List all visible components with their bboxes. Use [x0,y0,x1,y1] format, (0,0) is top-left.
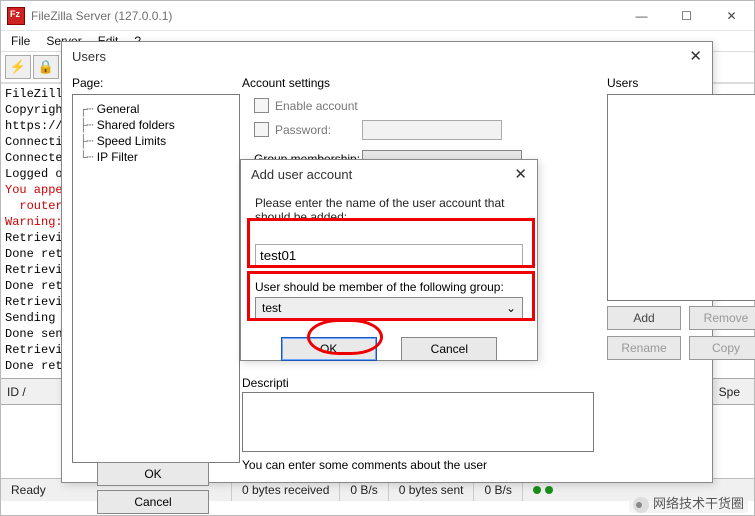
users-list-label: Users [607,76,638,90]
id-col: ID / [7,385,26,399]
add-user-title-bar: Add user account ✕ [241,160,537,188]
rename-button[interactable]: Rename [607,336,681,360]
add-user-title: Add user account [251,167,352,182]
filezilla-icon [7,7,25,25]
account-name-input[interactable] [255,244,523,266]
page-tree[interactable]: ┌┄General ├┄Shared folders ├┄Speed Limit… [72,94,240,463]
lock-icon[interactable]: 🔒 [33,55,59,79]
password-label: Password: [275,123,331,137]
description-label: Descripti [242,376,289,390]
enable-account-checkbox[interactable] [254,98,269,113]
spd-col: Spe [710,385,748,399]
wechat-icon [633,497,649,513]
description-hint: You can enter some comments about the us… [242,458,487,472]
add-user-close-icon[interactable]: ✕ [514,165,527,183]
add-button[interactable]: Add [607,306,681,330]
page-label: Page: [72,76,103,90]
chevron-down-icon: ⌄ [506,301,516,315]
group-combo-value: test [262,301,281,315]
bolt-icon[interactable]: ⚡ [5,55,31,79]
add-user-dialog: Add user account ✕ Please enter the name… [240,159,538,361]
group-combo[interactable]: test ⌄ [255,297,523,319]
add-user-ok-button[interactable]: OK [281,337,377,361]
users-dialog-close-icon[interactable]: ✕ [689,47,702,65]
group-label: User should be member of the following g… [255,280,523,294]
maximize-button[interactable]: ☐ [664,1,709,30]
tree-speed-limits[interactable]: Speed Limits [97,134,166,148]
users-cancel-button[interactable]: Cancel [97,490,209,514]
main-title: FileZilla Server (127.0.0.1) [31,9,172,23]
watermark: 网络技术干货圈 [629,493,748,513]
copy-button[interactable]: Copy [689,336,755,360]
account-settings-label: Account settings [242,76,330,90]
enable-account-label: Enable account [275,99,358,113]
main-title-bar: FileZilla Server (127.0.0.1) — ☐ ✕ [1,1,754,31]
users-ok-button[interactable]: OK [97,462,209,486]
close-button[interactable]: ✕ [709,1,754,30]
tree-ip-filter[interactable]: IP Filter [97,150,138,164]
add-user-cancel-button[interactable]: Cancel [401,337,497,361]
minimize-button[interactable]: — [619,1,664,30]
remove-button[interactable]: Remove [689,306,755,330]
password-input[interactable] [362,120,502,140]
description-textarea[interactable] [242,392,594,452]
password-checkbox[interactable] [254,122,269,137]
add-user-prompt: Please enter the name of the user accoun… [255,196,523,224]
users-listbox[interactable] [607,94,755,301]
tree-general[interactable]: General [97,102,140,116]
users-dialog-title-bar: Users ✕ [62,42,712,70]
window-controls: — ☐ ✕ [619,1,754,30]
tree-shared-folders[interactable]: Shared folders [97,118,175,132]
menu-file[interactable]: File [5,34,36,48]
users-dialog-title: Users [72,49,106,64]
